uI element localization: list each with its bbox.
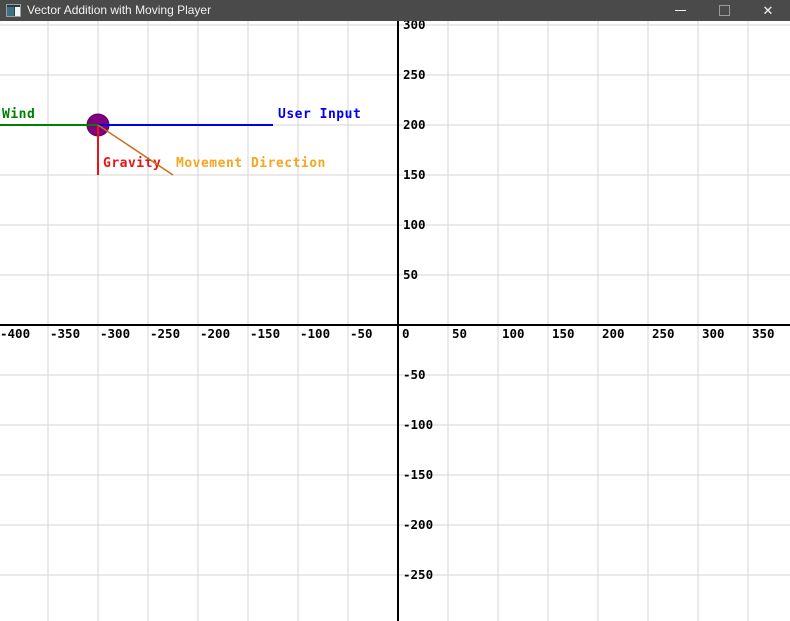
x-tick-label-350: 350	[752, 326, 775, 341]
minimize-button[interactable]	[658, 0, 702, 21]
plot-svg: -400 -350 -300 -250 -200 -150 -100 -50 0 50 100 150…	[0, 21, 790, 621]
y-tick-label--250: -250	[403, 567, 433, 582]
close-button[interactable]: ✕	[746, 0, 790, 21]
x-tick-label--100: -100	[300, 326, 330, 341]
close-icon: ✕	[763, 0, 774, 21]
y-tick-label--150: -150	[403, 467, 433, 482]
x-tick-label-150: 150	[552, 326, 575, 341]
title-bar: Vector Addition with Moving Player ✕	[0, 0, 790, 21]
vector-label-gravity: Gravity	[103, 156, 161, 171]
x-tick-label--150: -150	[250, 326, 280, 341]
y-tick-label--100: -100	[403, 417, 433, 432]
x-tick-label-200: 200	[602, 326, 625, 341]
x-tick-label--250: -250	[150, 326, 180, 341]
vector-label-wind: Wind	[2, 107, 35, 122]
x-tick-label-250: 250	[652, 326, 675, 341]
y-tick-label-150: 150	[403, 167, 426, 182]
x-tick-label-0: 0	[402, 326, 410, 341]
window-controls: ✕	[658, 0, 790, 21]
x-tick-label--200: -200	[200, 326, 230, 341]
vector-label-movement-direction: Movement Direction	[176, 156, 326, 171]
x-tick-label-300: 300	[702, 326, 725, 341]
maximize-button[interactable]	[702, 0, 746, 21]
vector-label-user-input: User Input	[278, 107, 361, 122]
x-tick-label--300: -300	[100, 326, 130, 341]
app-window: Vector Addition with Moving Player ✕ -40…	[0, 0, 790, 621]
x-tick-label--400: -400	[0, 326, 30, 341]
x-tick-label-50: 50	[452, 326, 467, 341]
app-icon-top-strip	[7, 5, 20, 7]
window-title: Vector Addition with Moving Player	[27, 0, 658, 21]
x-tick-label--50: -50	[350, 326, 373, 341]
y-tick-label-200: 200	[403, 117, 426, 132]
x-tick-label--350: -350	[50, 326, 80, 341]
maximize-icon	[719, 5, 730, 16]
app-icon	[6, 4, 21, 17]
y-tick-label-100: 100	[403, 217, 426, 232]
y-tick-label-300: 300	[403, 21, 426, 32]
x-tick-label-100: 100	[502, 326, 525, 341]
y-tick-label--200: -200	[403, 517, 433, 532]
y-tick-label--50: -50	[403, 367, 426, 382]
plot-canvas[interactable]: -400 -350 -300 -250 -200 -150 -100 -50 0 50 100 150…	[0, 21, 790, 621]
y-tick-label-50: 50	[403, 267, 418, 282]
minimize-icon	[675, 10, 686, 11]
y-tick-label-250: 250	[403, 67, 426, 82]
